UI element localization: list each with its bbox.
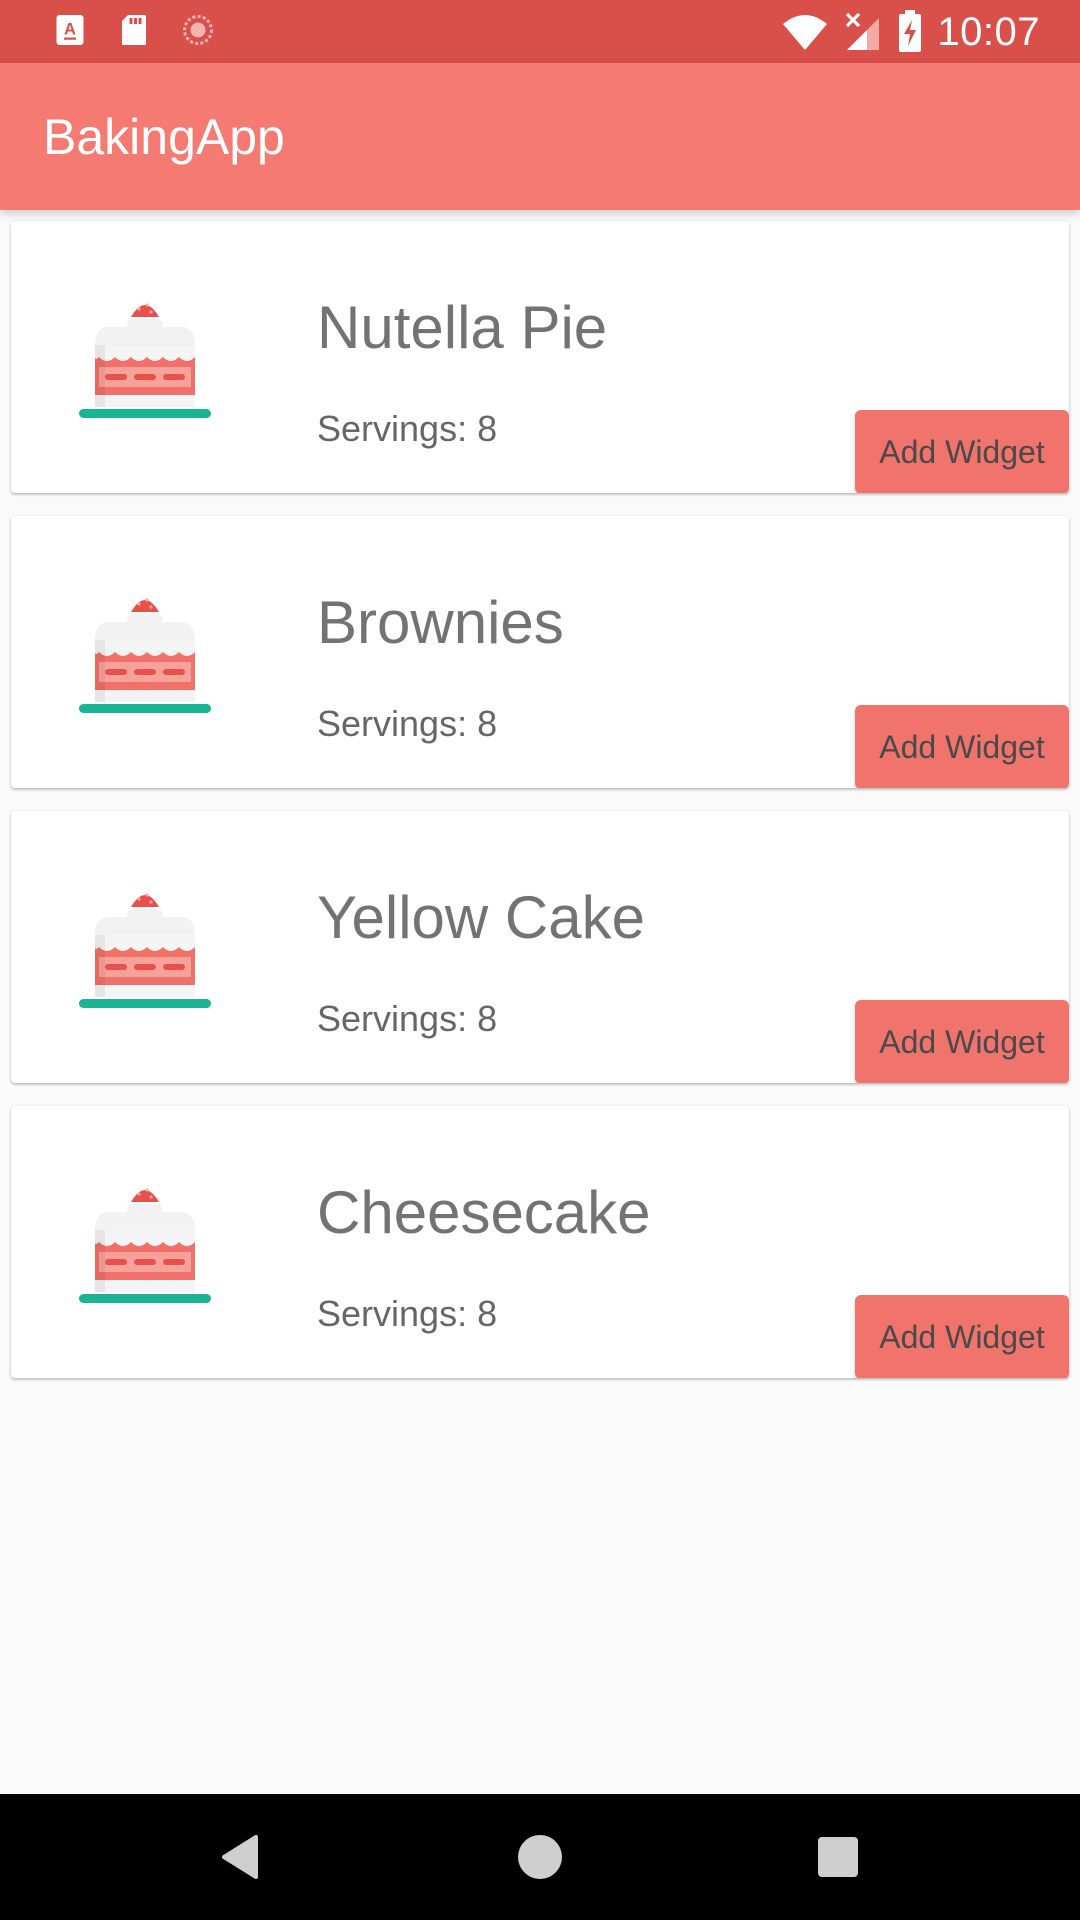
recents-icon[interactable] xyxy=(812,1831,864,1883)
recipe-name: Brownies xyxy=(317,589,564,656)
status-notifications: A xyxy=(52,12,216,48)
add-widget-button[interactable]: Add Widget xyxy=(855,1000,1069,1083)
recipe-name: Yellow Cake xyxy=(317,884,645,951)
status-bar: A 10:07 xyxy=(0,0,1080,63)
add-widget-button[interactable]: Add Widget xyxy=(855,410,1069,493)
a-letter-notification-icon: A xyxy=(56,15,84,45)
status-system: 10:07 xyxy=(781,8,1040,56)
app-bar: BakingApp xyxy=(0,63,1080,210)
recipe-card[interactable]: Brownies Servings: 8 Add Widget xyxy=(11,516,1069,788)
cake-icon xyxy=(79,303,211,418)
recipe-card[interactable]: Cheesecake Servings: 8 Add Widget xyxy=(11,1106,1069,1378)
add-widget-button[interactable]: Add Widget xyxy=(855,1295,1069,1378)
recipe-servings: Servings: 8 xyxy=(317,408,498,449)
back-icon[interactable] xyxy=(216,1831,268,1883)
recipe-card[interactable]: Yellow Cake Servings: 8 Add Widget xyxy=(11,811,1069,1083)
cake-icon xyxy=(79,893,211,1008)
battery-charging-icon xyxy=(899,10,922,52)
status-time: 10:07 xyxy=(937,10,1040,54)
svg-text:A: A xyxy=(64,21,76,39)
recipe-name: Nutella Pie xyxy=(317,294,608,361)
add-widget-button[interactable]: Add Widget xyxy=(855,705,1069,788)
sync-circle-icon xyxy=(183,15,213,45)
recipe-servings: Servings: 8 xyxy=(317,703,498,744)
recipe-name: Cheesecake xyxy=(317,1179,651,1246)
recipe-card[interactable]: Nutella Pie Servings: 8 Add Widget xyxy=(11,221,1069,493)
sd-card-icon xyxy=(122,15,146,45)
home-icon[interactable] xyxy=(514,1831,566,1883)
cake-icon xyxy=(79,1188,211,1303)
recipe-servings: Servings: 8 xyxy=(317,1293,498,1334)
navigation-bar xyxy=(0,1794,1080,1920)
recipe-servings: Servings: 8 xyxy=(317,998,498,1039)
signal-icon xyxy=(846,12,880,50)
cake-icon xyxy=(79,598,211,713)
app-title: BakingApp xyxy=(43,109,285,165)
wifi-icon xyxy=(783,15,828,50)
